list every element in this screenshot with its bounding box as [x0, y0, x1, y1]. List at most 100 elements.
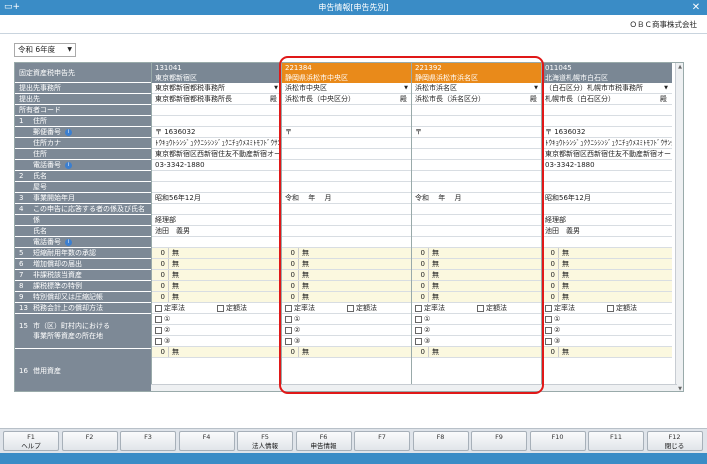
postal-field[interactable]: 〒 — [412, 127, 542, 138]
postal-field[interactable]: 〒 — [282, 127, 412, 138]
location-field[interactable]: ③ — [542, 336, 672, 347]
leased-assets-field[interactable]: 0無 — [282, 347, 412, 358]
name-field[interactable] — [412, 171, 542, 182]
address-kana-field[interactable] — [412, 138, 542, 149]
yes-no-field[interactable]: 0無 — [542, 259, 672, 270]
fkey-f2[interactable]: F2 — [61, 431, 118, 451]
yes-no-field[interactable]: 0無 — [412, 248, 542, 259]
respondent-name-field[interactable] — [282, 226, 412, 237]
info-icon[interactable]: i — [65, 128, 72, 136]
office-select[interactable]: 浜松市浜名区 ▼ — [412, 83, 542, 94]
submit-to-field[interactable]: 浜松市長（浜名区分）殿 — [412, 94, 542, 105]
phone-field[interactable]: 03-3342-1880 — [152, 160, 282, 171]
depreciation-method-field[interactable]: 定率法 定額法 — [542, 303, 672, 314]
fkey-f12[interactable]: F12 閉じる — [646, 431, 703, 451]
location-field[interactable]: ① — [412, 314, 542, 325]
yes-no-field[interactable]: 0無 — [152, 248, 282, 259]
yes-no-field[interactable]: 0無 — [542, 270, 672, 281]
trade-name-field[interactable] — [542, 182, 672, 193]
fkey-f7[interactable]: F7 — [354, 431, 410, 451]
section-field[interactable]: 経理部 — [152, 215, 282, 226]
location-field[interactable]: ② — [282, 325, 412, 336]
leased-assets-field[interactable]: 0無 — [542, 347, 672, 358]
address-field[interactable] — [282, 149, 412, 160]
leased-assets-field[interactable]: 0無 — [152, 347, 282, 358]
fkey-f8[interactable]: F8 — [412, 431, 469, 451]
office-select[interactable]: 東京都新宿都税事務所 ▼ — [152, 83, 282, 94]
location-field[interactable]: ① — [152, 314, 282, 325]
address-field[interactable]: 東京都新宿区西新宿住友不動産新宿オー — [542, 149, 672, 160]
trade-name-field[interactable] — [412, 182, 542, 193]
fkey-f6[interactable]: F6 申告情報 — [295, 431, 352, 451]
phone-field[interactable] — [282, 160, 412, 171]
yes-no-field[interactable]: 0無 — [282, 270, 412, 281]
fkey-f4[interactable]: F4 — [178, 431, 235, 451]
horizontal-scrollbar[interactable] — [151, 384, 677, 391]
location-field[interactable]: ① — [542, 314, 672, 325]
yes-no-field[interactable]: 0無 — [542, 248, 672, 259]
yes-no-field[interactable]: 0無 — [282, 281, 412, 292]
business-start-field[interactable]: 昭和56年12月 — [152, 193, 282, 204]
business-start-field[interactable]: 令和 年 月 — [412, 193, 542, 204]
info-icon[interactable]: i — [65, 238, 72, 246]
phone-field[interactable] — [412, 160, 542, 171]
fkey-f11[interactable]: F11 — [588, 431, 644, 451]
respondent-name-field[interactable] — [412, 226, 542, 237]
owner-code-field[interactable] — [542, 105, 672, 116]
yes-no-field[interactable]: 0無 — [412, 270, 542, 281]
respondent-phone-field[interactable] — [282, 237, 412, 248]
name-field[interactable] — [152, 171, 282, 182]
fkey-f9[interactable]: F9 — [471, 431, 527, 451]
yes-no-field[interactable]: 0無 — [412, 281, 542, 292]
location-field[interactable]: ② — [152, 325, 282, 336]
office-select[interactable]: 浜松市中央区 ▼ — [282, 83, 412, 94]
fkey-f10[interactable]: F10 — [529, 431, 586, 451]
trade-name-field[interactable] — [152, 182, 282, 193]
yes-no-field[interactable]: 0無 — [412, 259, 542, 270]
depreciation-method-field[interactable]: 定率法 定額法 — [282, 303, 412, 314]
yes-no-field[interactable]: 0無 — [282, 248, 412, 259]
location-field[interactable]: ③ — [152, 336, 282, 347]
depreciation-method-field[interactable]: 定率法 定額法 — [412, 303, 542, 314]
info-icon[interactable]: i — [65, 161, 72, 169]
submit-to-field[interactable]: 浜松市長（中央区分）殿 — [282, 94, 412, 105]
yes-no-field[interactable]: 0無 — [412, 292, 542, 303]
location-field[interactable]: ② — [542, 325, 672, 336]
yes-no-field[interactable]: 0無 — [542, 281, 672, 292]
name-field[interactable] — [282, 171, 412, 182]
yes-no-field[interactable]: 0無 — [152, 281, 282, 292]
postal-field[interactable]: 〒 1636032 — [542, 127, 672, 138]
owner-code-field[interactable] — [412, 105, 542, 116]
location-field[interactable]: ③ — [412, 336, 542, 347]
yes-no-field[interactable]: 0無 — [282, 292, 412, 303]
section-field[interactable] — [282, 215, 412, 226]
era-year-select[interactable]: 令和 6年度 ▼ — [14, 43, 76, 57]
yes-no-field[interactable]: 0無 — [152, 259, 282, 270]
location-field[interactable]: ① — [282, 314, 412, 325]
scroll-down-icon[interactable]: ▼ — [676, 385, 683, 391]
yes-no-field[interactable]: 0無 — [152, 292, 282, 303]
respondent-phone-field[interactable] — [152, 237, 282, 248]
depreciation-method-field[interactable]: 定率法 定額法 — [152, 303, 282, 314]
close-window-icon[interactable]: ✕ — [691, 0, 701, 15]
yes-no-field[interactable]: 0無 — [282, 259, 412, 270]
fkey-f5[interactable]: F5 法人情報 — [237, 431, 293, 451]
address-field[interactable] — [412, 149, 542, 160]
address-kana-field[interactable]: ﾄｳｷｮｳﾄｼﾝｼﾞｭｸｸﾆｼｼﾝｼﾞｭｸﾆﾁｮｳﾒｽﾐﾄﾓﾌﾄﾞｳｻﾝｼﾝｼﾞ… — [152, 138, 282, 149]
owner-code-field[interactable] — [282, 105, 412, 116]
respondent-name-field[interactable]: 池田 義男 — [152, 226, 282, 237]
fkey-f3[interactable]: F3 — [120, 431, 176, 451]
column-header[interactable]: 221384 静岡県浜松市中央区 — [282, 63, 412, 83]
office-select[interactable]: （白石区分）札幌市市税事務所 ▼ — [542, 83, 672, 94]
submit-to-field[interactable]: 東京都新宿都税事務所長殿 — [152, 94, 282, 105]
section-field[interactable]: 経理部 — [542, 215, 672, 226]
respondent-phone-field[interactable] — [412, 237, 542, 248]
name-field[interactable] — [542, 171, 672, 182]
trade-name-field[interactable] — [282, 182, 412, 193]
postal-field[interactable]: 〒 1636032 — [152, 127, 282, 138]
scroll-up-icon[interactable]: ▲ — [676, 63, 683, 71]
fkey-f1[interactable]: F1 ヘルプ — [3, 431, 59, 451]
section-field[interactable] — [412, 215, 542, 226]
address-kana-field[interactable] — [282, 138, 412, 149]
location-field[interactable]: ② — [412, 325, 542, 336]
